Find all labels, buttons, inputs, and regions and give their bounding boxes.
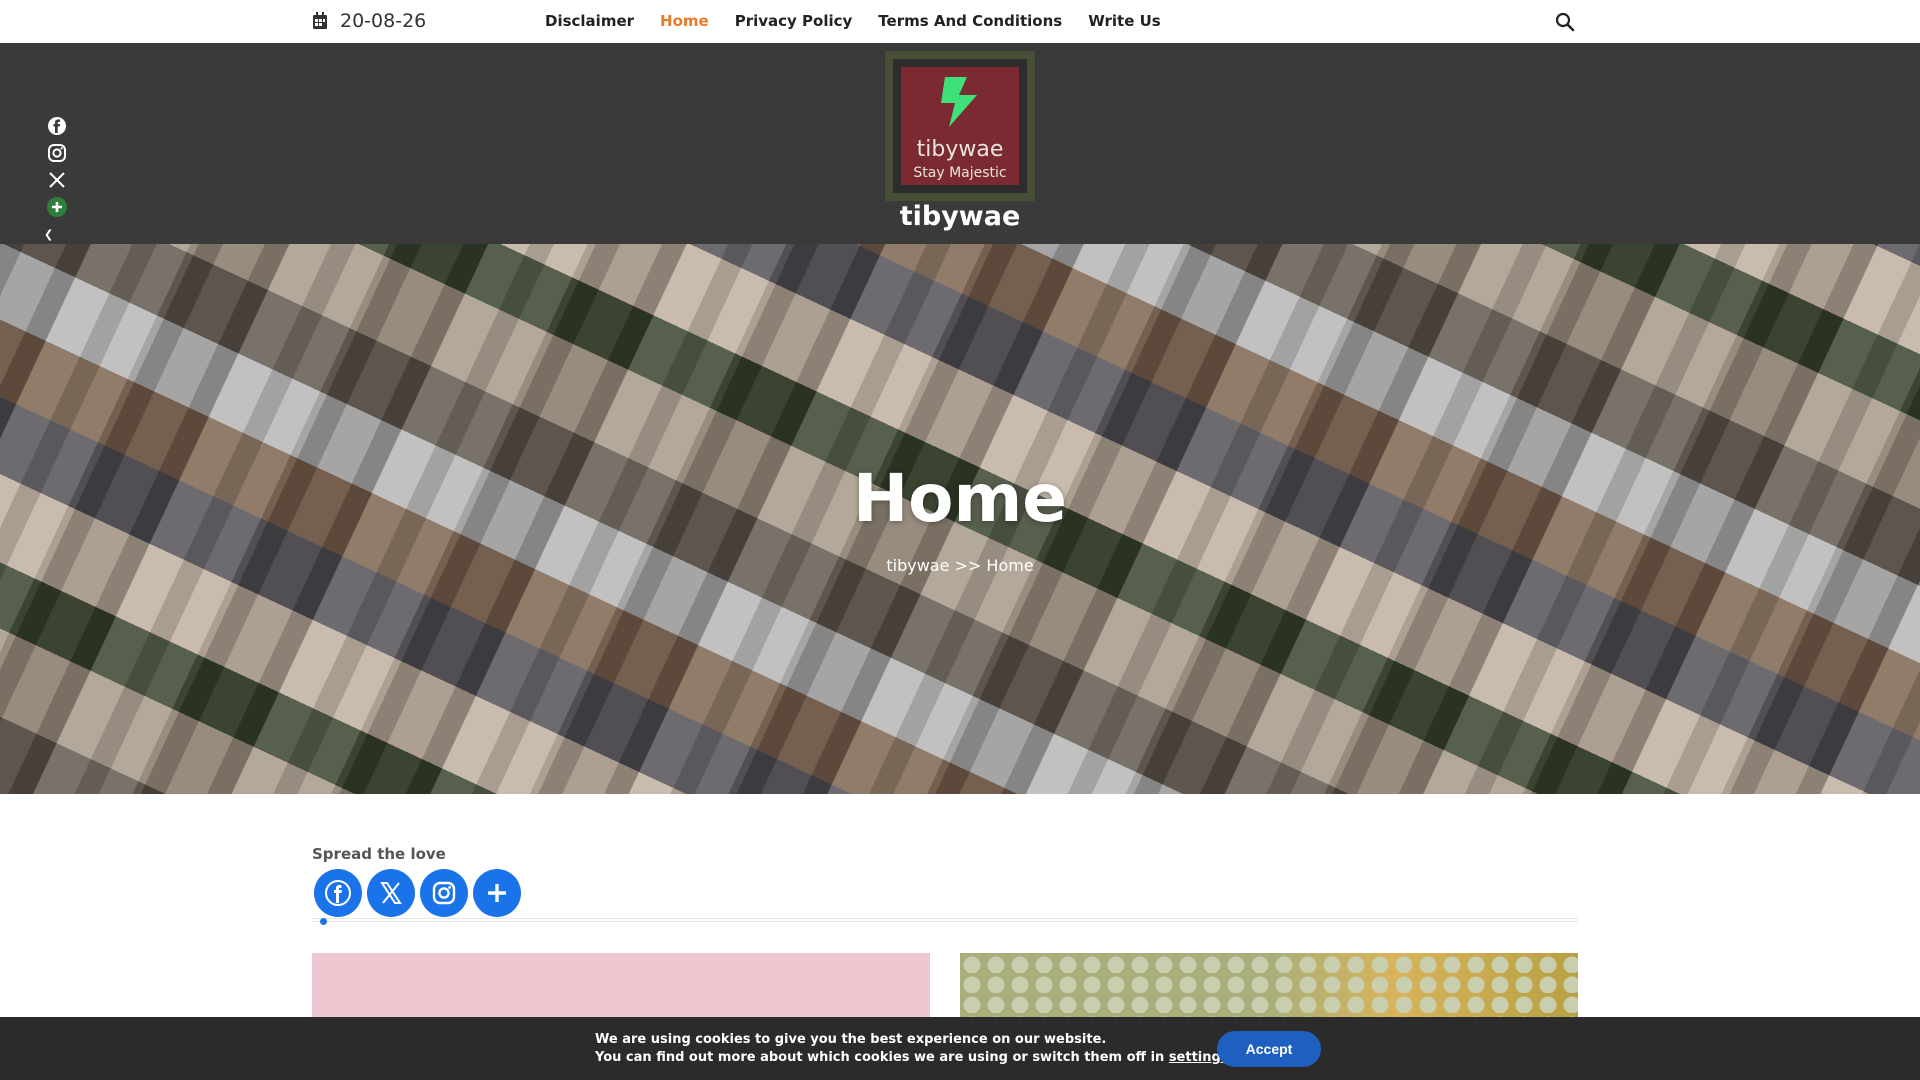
divider [312,918,1578,922]
thumbnail-image [960,953,1578,1017]
breadcrumb[interactable]: tibywae >> Home [0,556,1920,575]
main-nav: Disclaimer Home Privacy Policy Terms And… [545,12,1161,30]
x-icon [380,882,402,904]
post-card-thumbnail[interactable] [960,953,1578,1017]
logo-tagline: Stay Majestic [913,165,1007,181]
spread-the-love-label: Spread the love [312,845,446,863]
site-header: tibywae Stay Majestic tibywae [0,43,1920,244]
more-share-button[interactable] [473,869,521,917]
hide-share-toggle[interactable]: ❮ [44,228,68,241]
plus-icon[interactable] [46,197,68,217]
nav-privacy-policy[interactable]: Privacy Policy [735,12,853,30]
cookie-line-1: We are using cookies to give you the bes… [595,1032,1107,1047]
x-icon[interactable] [46,170,68,190]
date-display: 20-08-26 [312,10,426,32]
share-count-dot [320,918,327,925]
logo-text: tibywae [916,137,1004,162]
page-title: Home [852,460,1068,537]
cookie-line-2: You can find out more about which cookie… [595,1049,1234,1067]
site-logo[interactable]: tibywae Stay Majestic [885,51,1035,201]
facebook-share-button[interactable] [314,869,362,917]
cookie-line-2-text: You can find out more about which cookie… [595,1050,1169,1065]
search-icon[interactable] [1555,12,1575,32]
nav-terms-and-conditions[interactable]: Terms And Conditions [878,12,1062,30]
instagram-icon[interactable] [46,143,68,163]
nav-disclaimer[interactable]: Disclaimer [545,12,634,30]
floating-share-bar: ❮ [44,116,68,241]
instagram-icon [432,881,456,905]
cookie-notice: We are using cookies to give you the bes… [0,1017,1920,1080]
nav-write-us[interactable]: Write Us [1088,12,1161,30]
top-bar: 20-08-26 Disclaimer Home Privacy Policy … [0,0,1920,43]
hero-banner: Home tibywae >> Home [0,244,1920,794]
cookie-message: We are using cookies to give you the bes… [595,1031,1234,1067]
site-title[interactable]: tibywae [0,201,1920,232]
plus-icon [488,884,506,902]
lightning-bolt-icon [941,77,977,127]
x-share-button[interactable] [367,869,415,917]
post-card-thumbnail[interactable] [312,953,930,1017]
instagram-share-button[interactable] [420,869,468,917]
facebook-icon [325,880,351,906]
accept-cookies-button[interactable]: Accept [1217,1031,1321,1067]
share-buttons [314,869,521,917]
facebook-icon[interactable] [46,116,68,136]
calendar-icon [313,12,327,29]
nav-home[interactable]: Home [660,12,709,30]
date-text: 20-08-26 [340,10,427,32]
